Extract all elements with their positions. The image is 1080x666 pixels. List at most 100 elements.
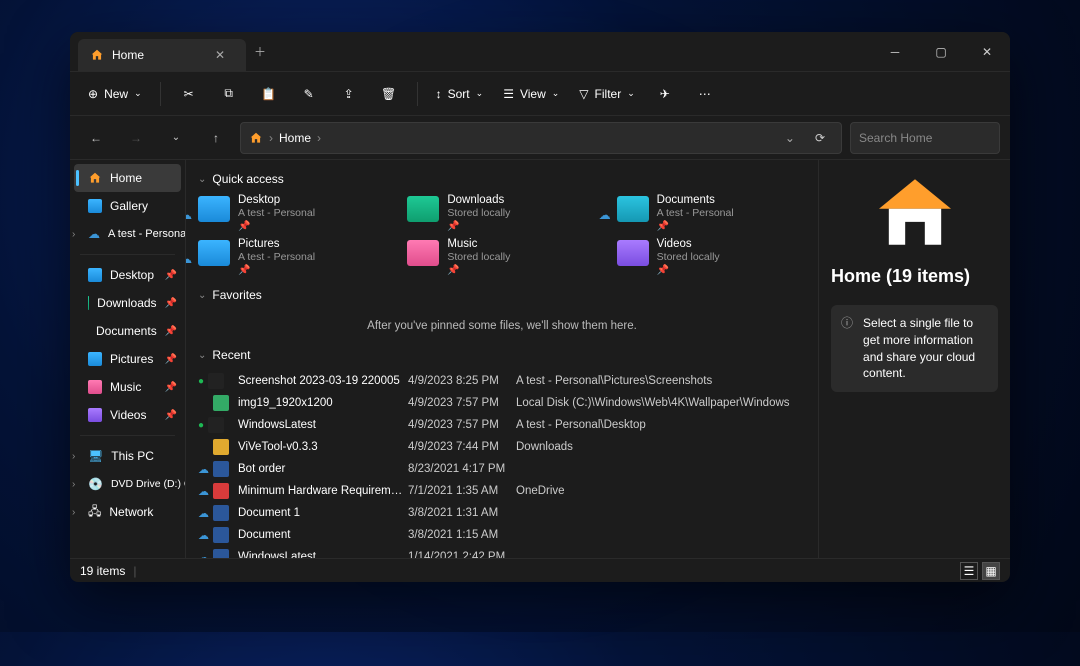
home-icon xyxy=(249,131,263,145)
recent-file-row[interactable]: ●WindowsLatest4/9/2023 7:57 PMA test - P… xyxy=(198,414,806,436)
more-icon: ⋯ xyxy=(699,87,711,101)
recent-file-row[interactable]: ☁WindowsLatest1/14/2021 2:42 PM xyxy=(198,546,806,558)
folder-icon xyxy=(88,380,102,394)
sidebar-item[interactable]: Downloads📌 xyxy=(70,289,185,317)
tab-home[interactable]: Home ✕ xyxy=(78,39,246,71)
tab-close-icon[interactable]: ✕ xyxy=(206,41,234,69)
search-box[interactable]: ⌕ xyxy=(850,122,1000,154)
section-recent[interactable]: ⌄Recent xyxy=(198,348,806,362)
cloud-icon: ☁ xyxy=(198,507,209,520)
forward-button[interactable]: → xyxy=(120,122,152,154)
search-input[interactable] xyxy=(859,131,1010,145)
sidebar-item[interactable]: Pictures📌 xyxy=(70,345,185,373)
section-favorites[interactable]: ⌄Favorites xyxy=(198,288,806,302)
details-pane: Home (19 items) ⓘ Select a single file t… xyxy=(818,160,1010,558)
minimize-button[interactable]: ─ xyxy=(872,32,918,72)
delete-button[interactable]: 🗑 xyxy=(371,78,407,110)
back-button[interactable]: ← xyxy=(80,122,112,154)
filter-button[interactable]: ▽Filter⌄ xyxy=(571,78,642,110)
breadcrumb-home[interactable]: Home xyxy=(279,131,311,145)
file-icon xyxy=(213,395,229,411)
recent-file-row[interactable]: ☁Document 13/8/2021 1:31 AM xyxy=(198,502,806,524)
maximize-button[interactable]: ▢ xyxy=(918,32,964,72)
pin-icon: 📌 xyxy=(238,265,315,276)
paste-icon: 📋 xyxy=(261,87,276,101)
folder-icon xyxy=(88,408,102,422)
quick-access-item[interactable]: ☁DesktopA test - Personal📌 xyxy=(198,194,387,232)
sidebar-onedrive[interactable]: ›☁A test - Personal xyxy=(70,220,185,248)
sidebar-home[interactable]: Home xyxy=(74,164,181,192)
sidebar-item[interactable]: Videos📌 xyxy=(70,401,185,429)
new-tab-button[interactable]: ＋ xyxy=(246,38,274,66)
address-bar[interactable]: › Home › ⌄ ⟳ xyxy=(240,122,842,154)
pin-icon: 📌 xyxy=(165,298,177,309)
sidebar-network[interactable]: ›🖧Network xyxy=(70,498,185,526)
section-quick-access[interactable]: ⌄Quick access xyxy=(198,172,806,186)
file-icon xyxy=(213,505,229,521)
sidebar-item[interactable]: Desktop📌 xyxy=(70,261,185,289)
pin-icon: 📌 xyxy=(165,410,177,421)
share-icon: ⇪ xyxy=(344,87,354,101)
copy-button[interactable]: ⧉ xyxy=(211,78,247,110)
more-button[interactable]: ⋯ xyxy=(687,78,723,110)
quick-access-item[interactable]: MusicStored locally📌 xyxy=(407,238,596,276)
rename-button[interactable]: ✎ xyxy=(291,78,327,110)
address-drop-button[interactable]: ⌄ xyxy=(779,131,801,145)
quick-access-item[interactable]: ☁DocumentsA test - Personal📌 xyxy=(617,194,806,232)
recent-file-row[interactable]: ☁Minimum Hardware Requirements fo...7/1/… xyxy=(198,480,806,502)
view-button[interactable]: ☰View⌄ xyxy=(495,78,567,110)
close-button[interactable]: ✕ xyxy=(964,32,1010,72)
folder-icon xyxy=(407,196,439,222)
sidebar-gallery[interactable]: Gallery xyxy=(70,192,185,220)
folder-icon xyxy=(88,268,102,282)
file-icon xyxy=(213,439,229,455)
recent-file-row[interactable]: ●Screenshot 2023-03-19 2200054/9/2023 8:… xyxy=(198,370,806,392)
recent-file-row[interactable]: img19_1920x12004/9/2023 7:57 PMLocal Dis… xyxy=(198,392,806,414)
details-view-button[interactable]: ☰ xyxy=(960,562,978,580)
quick-access-item[interactable]: VideosStored locally📌 xyxy=(617,238,806,276)
sidebar-item[interactable]: Documents📌 xyxy=(70,317,185,345)
send-button[interactable]: ✈ xyxy=(647,78,683,110)
recent-file-row[interactable]: ViVeTool-v0.3.34/9/2023 7:44 PMDownloads xyxy=(198,436,806,458)
pin-icon: 📌 xyxy=(657,221,734,232)
quick-access-item[interactable]: DownloadsStored locally📌 xyxy=(407,194,596,232)
recent-file-row[interactable]: ☁Bot order8/23/2021 4:17 PM xyxy=(198,458,806,480)
refresh-button[interactable]: ⟳ xyxy=(807,131,833,145)
share-button[interactable]: ⇪ xyxy=(331,78,367,110)
main-content: ⌄Quick access ☁DesktopA test - Personal📌… xyxy=(186,160,818,558)
sidebar-item[interactable]: Music📌 xyxy=(70,373,185,401)
tab-title: Home xyxy=(112,48,144,62)
cloud-icon: ☁ xyxy=(198,463,209,476)
cloud-icon: ☁ xyxy=(198,551,209,559)
cloud-icon: ☁ xyxy=(198,485,209,498)
disc-icon: 💿 xyxy=(88,477,103,491)
cloud-sync-icon: ☁ xyxy=(186,252,192,266)
view-icon: ☰ xyxy=(503,87,514,101)
chevron-down-icon: ⌄ xyxy=(198,174,206,185)
copy-icon: ⧉ xyxy=(224,86,233,101)
new-button[interactable]: ⊕New⌄ xyxy=(80,78,150,110)
cut-button[interactable]: ✂ xyxy=(171,78,207,110)
info-icon: ⓘ xyxy=(841,315,853,382)
home-icon xyxy=(90,48,104,62)
plus-icon: ⊕ xyxy=(88,87,98,101)
thumbnails-view-button[interactable]: ▦ xyxy=(982,562,1000,580)
details-message: ⓘ Select a single file to get more infor… xyxy=(831,305,998,392)
cloud-icon: ☁ xyxy=(198,529,209,542)
cloud-icon: ☁ xyxy=(88,227,100,241)
sidebar-dvd[interactable]: ›💿DVD Drive (D:) CCC xyxy=(70,470,185,498)
recent-locations-button[interactable]: ⌄ xyxy=(160,122,192,154)
file-explorer-window: Home ✕ ＋ ─ ▢ ✕ ⊕New⌄ ✂ ⧉ 📋 ✎ ⇪ 🗑 ↕Sort⌄ … xyxy=(70,32,1010,582)
sidebar-this-pc[interactable]: ›🖥This PC xyxy=(70,442,185,470)
file-icon xyxy=(208,417,224,433)
status-bar: 19 items | ☰ ▦ xyxy=(70,558,1010,582)
sort-button[interactable]: ↕Sort⌄ xyxy=(428,78,492,110)
recent-file-row[interactable]: ☁Document3/8/2021 1:15 AM xyxy=(198,524,806,546)
paste-button[interactable]: 📋 xyxy=(251,78,287,110)
home-large-icon xyxy=(875,176,955,248)
filter-icon: ▽ xyxy=(579,87,588,101)
quick-access-item[interactable]: ☁PicturesA test - Personal📌 xyxy=(198,238,387,276)
up-button[interactable]: ↑ xyxy=(200,122,232,154)
file-icon xyxy=(213,527,229,543)
pin-icon: 📌 xyxy=(447,221,510,232)
